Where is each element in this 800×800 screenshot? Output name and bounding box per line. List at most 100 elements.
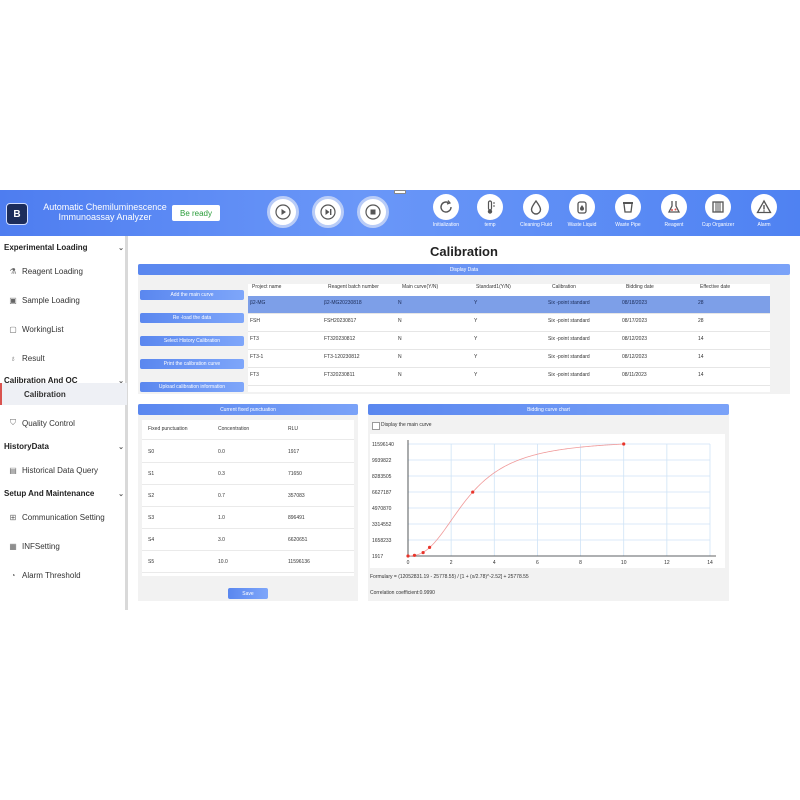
table-row[interactable]: FSH FSH20230817 N Y Six -point standard … [248, 314, 770, 332]
table-row[interactable]: FT3-1 FT3-120230812 N Y Six -point stand… [248, 350, 770, 368]
settings-icon: ▦ [9, 541, 17, 551]
table-cell: 357083 [288, 493, 305, 499]
sidebar-item-historical-data-query[interactable]: ▤ Historical Data Query [0, 459, 125, 481]
sidebar-group-historydata[interactable]: HistoryData ⌄ [4, 442, 124, 451]
column-header: Main curve(Y/N) [402, 284, 439, 290]
sidebar-item-result[interactable]: ♁ Result [0, 347, 125, 369]
table-row[interactable]: S5 10.0 11596136 [142, 553, 354, 573]
drag-handle[interactable] [394, 190, 406, 194]
column-header: Project name [252, 284, 282, 290]
table-row[interactable]: S2 0.7 357083 [142, 487, 354, 507]
table-cell: S3 [148, 515, 155, 521]
waste-liquid-icon [577, 201, 587, 214]
table-row[interactable]: S0 0.0 1917 [142, 443, 354, 463]
y-tick-label: 1917 [372, 554, 383, 560]
table-cell: 0.7 [218, 493, 225, 499]
tool-label: Waste Liquid [567, 222, 597, 228]
tool-cup-organizer[interactable]: Cup Organizer [696, 194, 740, 228]
sidebar-item-label: Calibration [24, 389, 66, 399]
table-row[interactable]: S4 3.0 6620651 [142, 531, 354, 551]
sidebar-item-workinglist[interactable]: ▢ WorkingList [0, 318, 125, 340]
table-row[interactable]: FT3 FT320230811 N Y Six -point standard … [248, 368, 770, 386]
x-tick-label: 0 [407, 560, 410, 566]
skip-button[interactable] [312, 196, 344, 228]
sidebar-group-experimental-loading[interactable]: Experimental Loading ⌄ [4, 243, 124, 252]
tool-alarm[interactable]: Alarm [742, 194, 786, 228]
display-main-curve-checkbox[interactable] [372, 422, 380, 430]
sidebar-item-infsetting[interactable]: ▦ INFSetting [0, 535, 125, 557]
table-cell: S1 [148, 471, 155, 477]
sidebar-item-communication-setting[interactable]: ⊞ Communication Setting [0, 506, 125, 528]
app-window: B Automatic Chemiluminescence Immunoassa… [0, 190, 800, 610]
refresh-icon [440, 200, 452, 213]
table-cell: Six -point standard [548, 300, 590, 306]
sidebar-item-label: Result [22, 353, 45, 363]
tool-waste-liquid[interactable]: Waste Liquid [560, 194, 604, 228]
sidebar-item-alarm-threshold[interactable]: ◔ Alarm Threshold [0, 564, 125, 586]
list-icon: ▢ [9, 324, 17, 334]
y-tick-label: 9939822 [372, 458, 392, 464]
tool-reagent[interactable]: Reagent [652, 194, 696, 228]
select-history-calibration-button[interactable]: Select History Calibration [140, 336, 244, 346]
table-cell: 08/11/2023 [622, 372, 647, 378]
table-cell: 896491 [288, 515, 305, 521]
tool-temp[interactable]: temp [468, 194, 512, 228]
bidding-curve-panel: Bidding curve chart Display the main cur… [368, 404, 729, 601]
table-cell: N [398, 336, 402, 342]
cup-organizer-icon [712, 201, 724, 213]
sidebar-item-quality-control[interactable]: ⛉ Quality Control [0, 412, 125, 434]
table-cell: FT3-120230812 [324, 354, 360, 360]
table-cell: Six -point standard [548, 318, 590, 324]
stop-icon [365, 204, 381, 220]
sidebar-group-setup-maintenance[interactable]: Setup And Maintenance ⌄ [4, 489, 124, 498]
tool-label: Waste Pipe [615, 222, 641, 228]
table-row[interactable]: FT3 FT320230812 N Y Six -point standard … [248, 332, 770, 350]
table-cell: 28 [698, 300, 704, 306]
app-title: Automatic Chemiluminescence Immunoassay … [30, 202, 180, 222]
sidebar-item-label: Quality Control [22, 418, 75, 428]
x-tick-label: 4 [493, 560, 496, 566]
fitted-curve [408, 443, 624, 557]
chevron-down-icon: ⌄ [118, 245, 124, 252]
table-cell: S5 [148, 559, 155, 565]
calibration-chart-svg: 0 2 4 6 8 10 12 14 1917 1658233 3314552 4970870 6627… [372, 440, 716, 566]
thermometer-icon [487, 200, 495, 214]
y-tick-label: 8283505 [372, 474, 392, 480]
tool-initialization[interactable]: Initialization [424, 194, 468, 228]
tool-cleaning-fluid[interactable]: Cleaning Fluid [514, 194, 558, 228]
column-header: Concentration [218, 426, 250, 432]
status-button[interactable]: Be ready [172, 205, 220, 221]
sidebar-item-calibration[interactable]: Calibration [0, 383, 127, 405]
table-cell: Six -point standard [548, 336, 590, 342]
display-main-curve-label: Display the main curve [381, 422, 432, 428]
table-cell: 71650 [288, 471, 302, 477]
table-cell: Y [474, 318, 478, 324]
print-calibration-curve-button[interactable]: Print the calibration curve [140, 359, 244, 369]
play-button[interactable] [267, 196, 299, 228]
table-row[interactable]: β2-MG β2-MG20230818 N Y Six -point stand… [248, 296, 770, 314]
formula-text: Formulary = (12052831.19 - 25778.55) / [… [370, 574, 529, 580]
table-cell: β2-MG20230818 [324, 300, 362, 306]
sidebar-item-label: Communication Setting [22, 512, 105, 522]
sidebar-item-label: INFSetting [22, 541, 60, 551]
table-cell: 6620651 [288, 537, 308, 543]
save-button[interactable]: Save [228, 588, 268, 599]
data-point [406, 554, 410, 558]
table-row[interactable]: S3 1.0 896491 [142, 509, 354, 529]
y-tick-label: 6627187 [372, 490, 392, 496]
table-cell: Y [474, 300, 478, 306]
x-tick-label: 10 [621, 560, 627, 566]
sidebar-item-label: Sample Loading [22, 295, 80, 305]
sidebar-item-sample-loading[interactable]: ▣ Sample Loading [0, 289, 125, 311]
document-icon: ▤ [9, 465, 17, 475]
sidebar-item-reagent-loading[interactable]: ⚗ Reagent Loading [0, 260, 125, 282]
reload-data-button[interactable]: Re -load the data [140, 313, 244, 323]
table-row[interactable]: S1 0.3 71650 [142, 465, 354, 485]
table-cell: 1.0 [218, 515, 225, 521]
column-header: RLU [288, 426, 299, 432]
upload-calibration-info-button[interactable]: Upload calibration information [140, 382, 244, 392]
table-cell: FT3 [250, 372, 259, 378]
stop-button[interactable] [357, 196, 389, 228]
add-main-curve-button[interactable]: Add the main curve [140, 290, 244, 300]
tool-waste-pipe[interactable]: Waste Pipe [606, 194, 650, 228]
